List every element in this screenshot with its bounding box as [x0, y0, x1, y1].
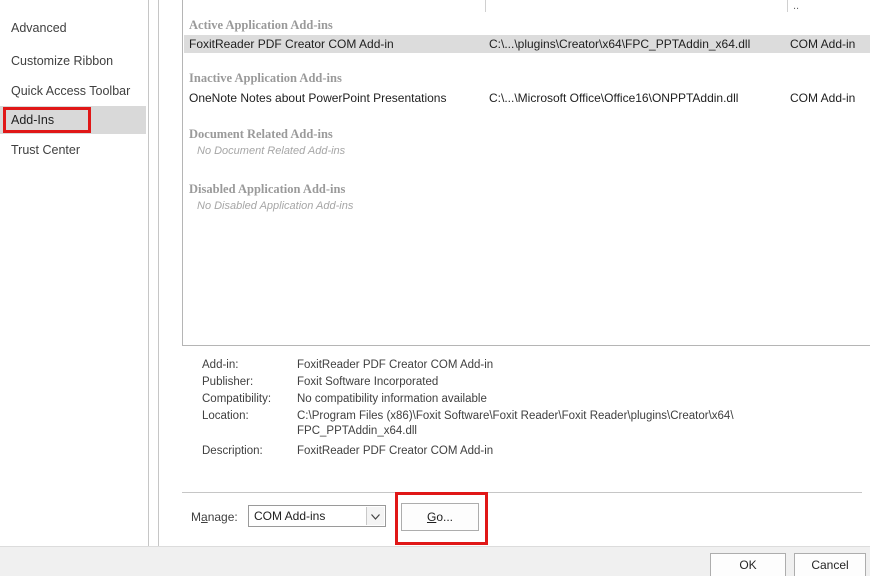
detail-value: C:\Program Files (x86)\Foxit Software\Fo…	[297, 410, 734, 422]
options-nav: Advanced Customize Ribbon Quick Access T…	[0, 0, 148, 546]
column-divider	[485, 0, 486, 12]
detail-label: Location:	[202, 410, 249, 422]
group-title-disabled: Disabled Application Add-ins	[189, 182, 346, 196]
nav-item-advanced[interactable]: Advanced	[0, 14, 146, 42]
table-row[interactable]: FoxitReader PDF Creator COM Add-in C:\..…	[184, 35, 870, 53]
group-empty-document: No Document Related Add-ins	[197, 145, 346, 157]
manage-label-post: nage:	[207, 510, 238, 524]
addin-type: COM Add-in	[790, 91, 856, 105]
detail-value: FoxitReader PDF Creator COM Add-in	[297, 359, 494, 371]
chevron-down-icon[interactable]	[366, 507, 384, 525]
group-empty-disabled: No Disabled Application Add-ins	[197, 200, 354, 212]
manage-label-pre: M	[191, 510, 201, 524]
cancel-button[interactable]: Cancel	[794, 553, 866, 576]
nav-highlight-box	[3, 107, 91, 133]
detail-value: Foxit Software Incorporated	[297, 376, 439, 388]
addin-location: C:\...\plugins\Creator\x64\FPC_PPTAddin_…	[489, 37, 751, 51]
table-row[interactable]: OneNote Notes about PowerPoint Presentat…	[184, 89, 870, 107]
manage-label: Manage:	[191, 510, 238, 524]
go-highlight-box	[395, 492, 488, 545]
ok-button[interactable]: OK	[710, 553, 786, 576]
manage-select[interactable]: COM Add-ins	[248, 505, 386, 527]
nav-item-trust-center[interactable]: Trust Center	[0, 136, 146, 164]
addin-type: COM Add-in	[790, 37, 856, 51]
detail-label: Compatibility:	[202, 393, 272, 405]
addins-list[interactable]: .. Active Application Add-ins FoxitReade…	[182, 0, 870, 346]
section-divider	[182, 492, 862, 493]
group-title-inactive: Inactive Application Add-ins	[189, 71, 342, 85]
detail-value: FPC_PPTAddin_x64.dll	[297, 425, 417, 437]
nav-divider-inner	[158, 0, 159, 546]
group-title-active: Active Application Add-ins	[189, 18, 333, 32]
dialog-footer: OK Cancel	[0, 546, 870, 576]
group-title-document: Document Related Add-ins	[189, 127, 333, 141]
nav-item-quick-access-toolbar[interactable]: Quick Access Toolbar	[0, 77, 146, 105]
detail-label: Publisher:	[202, 376, 254, 388]
nav-item-customize-ribbon[interactable]: Customize Ribbon	[0, 47, 146, 75]
header-type-stub: ..	[793, 0, 800, 12]
manage-select-value: COM Add-ins	[254, 509, 326, 523]
addin-name: OneNote Notes about PowerPoint Presentat…	[189, 91, 447, 105]
nav-divider	[148, 0, 149, 546]
addin-name: FoxitReader PDF Creator COM Add-in	[189, 37, 394, 51]
addin-location: C:\...\Microsoft Office\Office16\ONPPTAd…	[489, 91, 739, 105]
detail-value: No compatibility information available	[297, 393, 487, 405]
detail-label: Add-in:	[202, 359, 239, 371]
detail-value: FoxitReader PDF Creator COM Add-in	[297, 445, 494, 457]
column-divider	[787, 0, 788, 12]
manage-label-accel: a	[201, 510, 208, 524]
detail-label: Description:	[202, 445, 263, 457]
